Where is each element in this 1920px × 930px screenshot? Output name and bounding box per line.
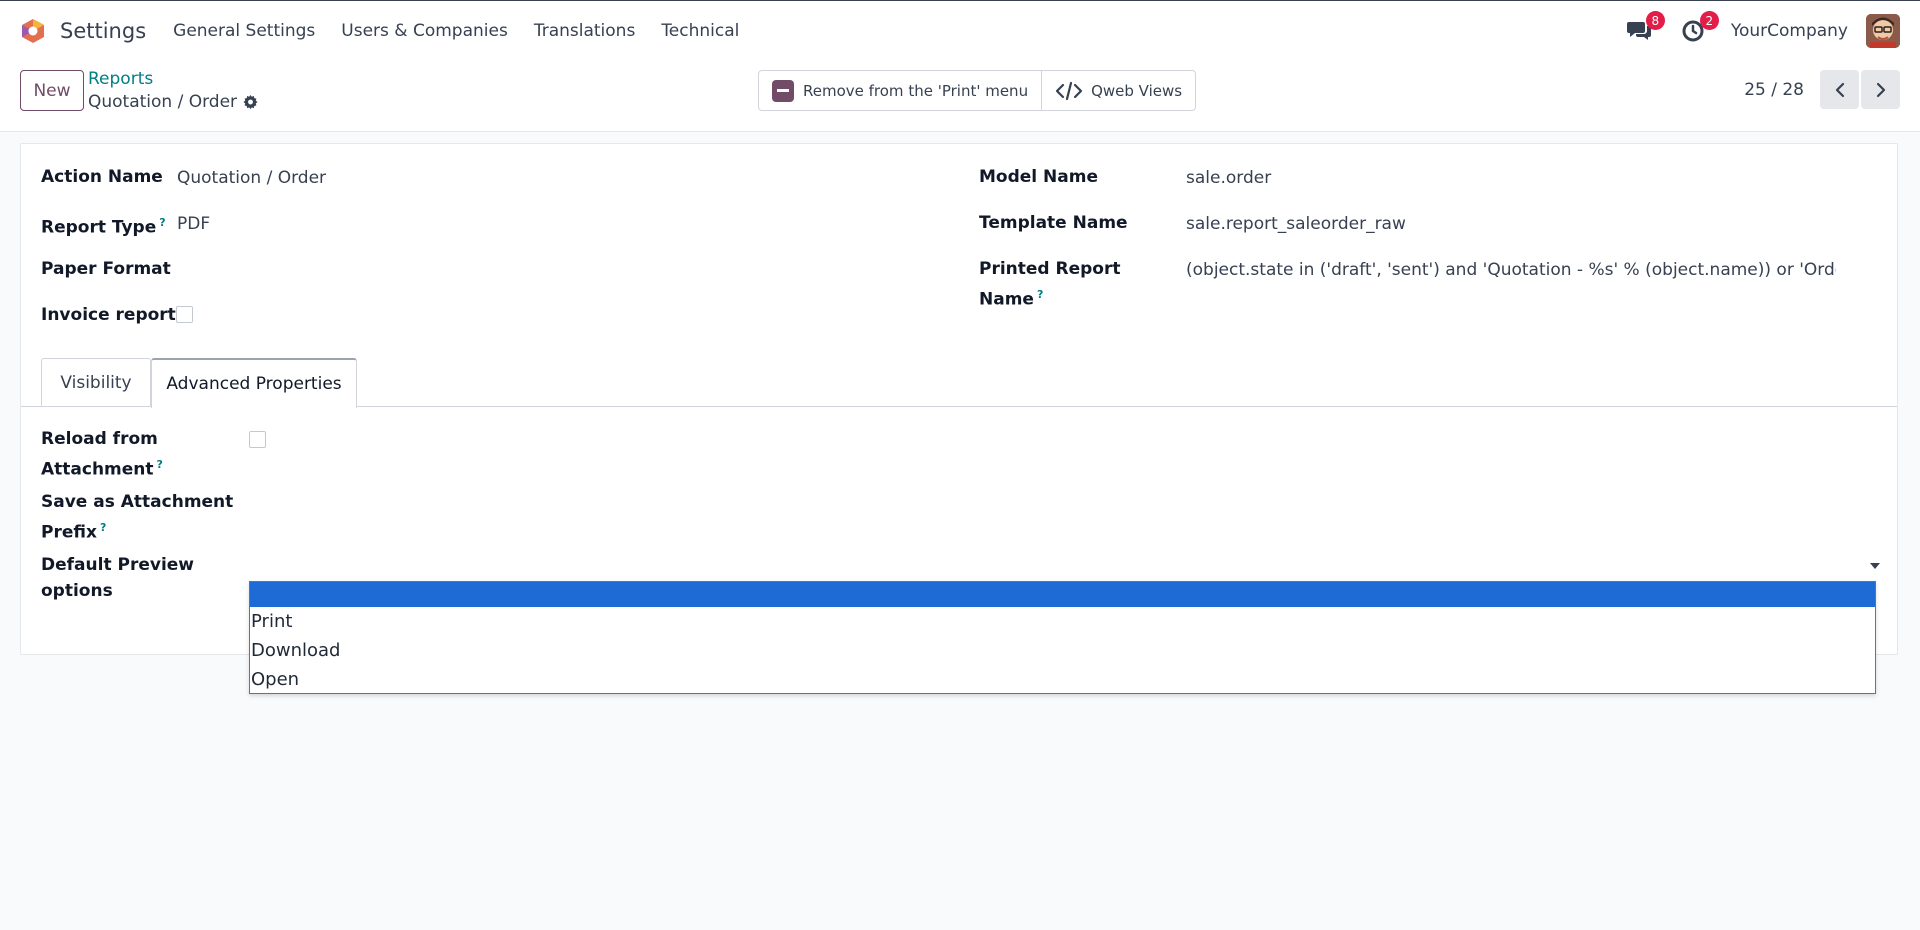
preview-label-line1: Default Preview	[41, 555, 194, 575]
option-empty[interactable]	[250, 582, 1875, 607]
breadcrumb-current: Quotation / Order	[88, 92, 258, 112]
printed-report-name-field[interactable]: (object.state in ('draft', 'sent') and '…	[1186, 257, 1836, 283]
activities-badge: 2	[1699, 11, 1719, 30]
new-button[interactable]: New	[20, 70, 84, 111]
reload-help-icon[interactable]: ?	[157, 458, 163, 471]
navbar-systray: 8 2 YourCompany	[1623, 1, 1920, 61]
messages-badge: 8	[1645, 11, 1665, 30]
pager: 25 / 28	[1744, 70, 1900, 109]
form-action-buttons: Remove from the 'Print' menu Qweb Views	[758, 70, 1197, 111]
user-avatar[interactable]	[1866, 14, 1900, 48]
option-download[interactable]: Download	[250, 636, 1875, 665]
notebook-tabs: Visibility Advanced Properties	[21, 358, 1897, 408]
pager-next-button[interactable]	[1861, 70, 1900, 109]
top-navbar: Settings General Settings Users & Compan…	[0, 0, 1920, 60]
qweb-views-label: Qweb Views	[1091, 81, 1183, 100]
record-title: Quotation / Order	[88, 92, 238, 112]
gear-icon[interactable]	[243, 94, 258, 110]
reload-label-line2: Attachment	[41, 459, 154, 480]
model-name-label: Model Name	[979, 167, 1098, 187]
save-attachment-prefix-label: Save as Attachment Prefix?	[41, 489, 233, 546]
preview-label-line2: options	[41, 581, 113, 601]
action-name-label: Action Name	[41, 167, 163, 187]
pager-previous-button[interactable]	[1820, 70, 1859, 109]
printed-report-name-label-line2: Name	[979, 289, 1034, 310]
activities-button[interactable]: 2	[1677, 11, 1719, 47]
messages-button[interactable]: 8	[1623, 11, 1665, 47]
paper-format-label: Paper Format	[41, 259, 171, 279]
reload-label-line1: Reload from	[41, 429, 158, 449]
app-brand[interactable]: Settings	[20, 1, 146, 61]
template-name-label: Template Name	[979, 213, 1128, 233]
main-menu: General Settings Users & Companies Trans…	[160, 1, 752, 61]
option-print[interactable]: Print	[250, 607, 1875, 636]
report-type-label-text: Report Type	[41, 217, 157, 238]
report-type-field[interactable]: PDF	[177, 211, 210, 237]
qweb-views-button[interactable]: Qweb Views	[1041, 71, 1195, 110]
menu-general-settings[interactable]: General Settings	[160, 1, 328, 61]
save-prefix-help-icon[interactable]: ?	[100, 521, 106, 534]
chevron-right-icon	[1876, 82, 1885, 97]
menu-translations[interactable]: Translations	[521, 1, 649, 61]
reload-from-attachment-label: Reload from Attachment?	[41, 426, 163, 483]
remove-from-print-menu-label: Remove from the 'Print' menu	[803, 81, 1029, 100]
printed-report-name-label-line1: Printed Report	[979, 259, 1121, 279]
action-name-field[interactable]: Quotation / Order	[177, 165, 326, 191]
default-preview-options-label: Default Preview options	[41, 552, 194, 604]
reload-from-attachment-checkbox[interactable]	[249, 431, 266, 448]
remove-from-print-menu-button[interactable]: Remove from the 'Print' menu	[759, 71, 1041, 110]
menu-users-companies[interactable]: Users & Companies	[328, 1, 521, 61]
minus-square-icon	[772, 79, 794, 102]
save-prefix-label-line1: Save as Attachment	[41, 492, 234, 512]
menu-technical[interactable]: Technical	[648, 1, 752, 61]
code-icon	[1055, 81, 1083, 101]
breadcrumb: Reports Quotation / Order	[88, 69, 258, 112]
report-type-help-icon[interactable]: ?	[159, 216, 165, 229]
tab-visibility[interactable]: Visibility	[41, 358, 151, 407]
printed-report-name-help-icon[interactable]: ?	[1037, 288, 1043, 301]
invoice-report-label: Invoice report	[41, 305, 176, 325]
printed-report-name-label: Printed Report Name?	[979, 256, 1121, 313]
tab-advanced-properties[interactable]: Advanced Properties	[151, 358, 357, 408]
save-prefix-label-line2: Prefix	[41, 522, 97, 543]
option-open[interactable]: Open	[250, 665, 1875, 694]
report-type-label: Report Type?	[41, 210, 166, 241]
chevron-left-icon	[1835, 82, 1844, 97]
form-sheet: Action Name Quotation / Order Report Typ…	[20, 143, 1898, 655]
odoo-logo-icon	[20, 18, 46, 44]
pager-value[interactable]: 25 / 28	[1744, 80, 1804, 100]
template-name-field[interactable]: sale.report_saleorder_raw	[1186, 211, 1406, 237]
breadcrumb-reports-link[interactable]: Reports	[88, 69, 258, 89]
model-name-field[interactable]: sale.order	[1186, 165, 1271, 191]
control-panel: New Reports Quotation / Order Remove fro…	[0, 60, 1920, 132]
app-title: Settings	[60, 18, 147, 43]
preview-options-dropdown: Print Download Open	[249, 581, 1876, 694]
preview-select-caret-icon[interactable]	[1870, 563, 1880, 569]
invoice-report-checkbox[interactable]	[176, 306, 193, 323]
company-switcher[interactable]: YourCompany	[1731, 21, 1848, 41]
